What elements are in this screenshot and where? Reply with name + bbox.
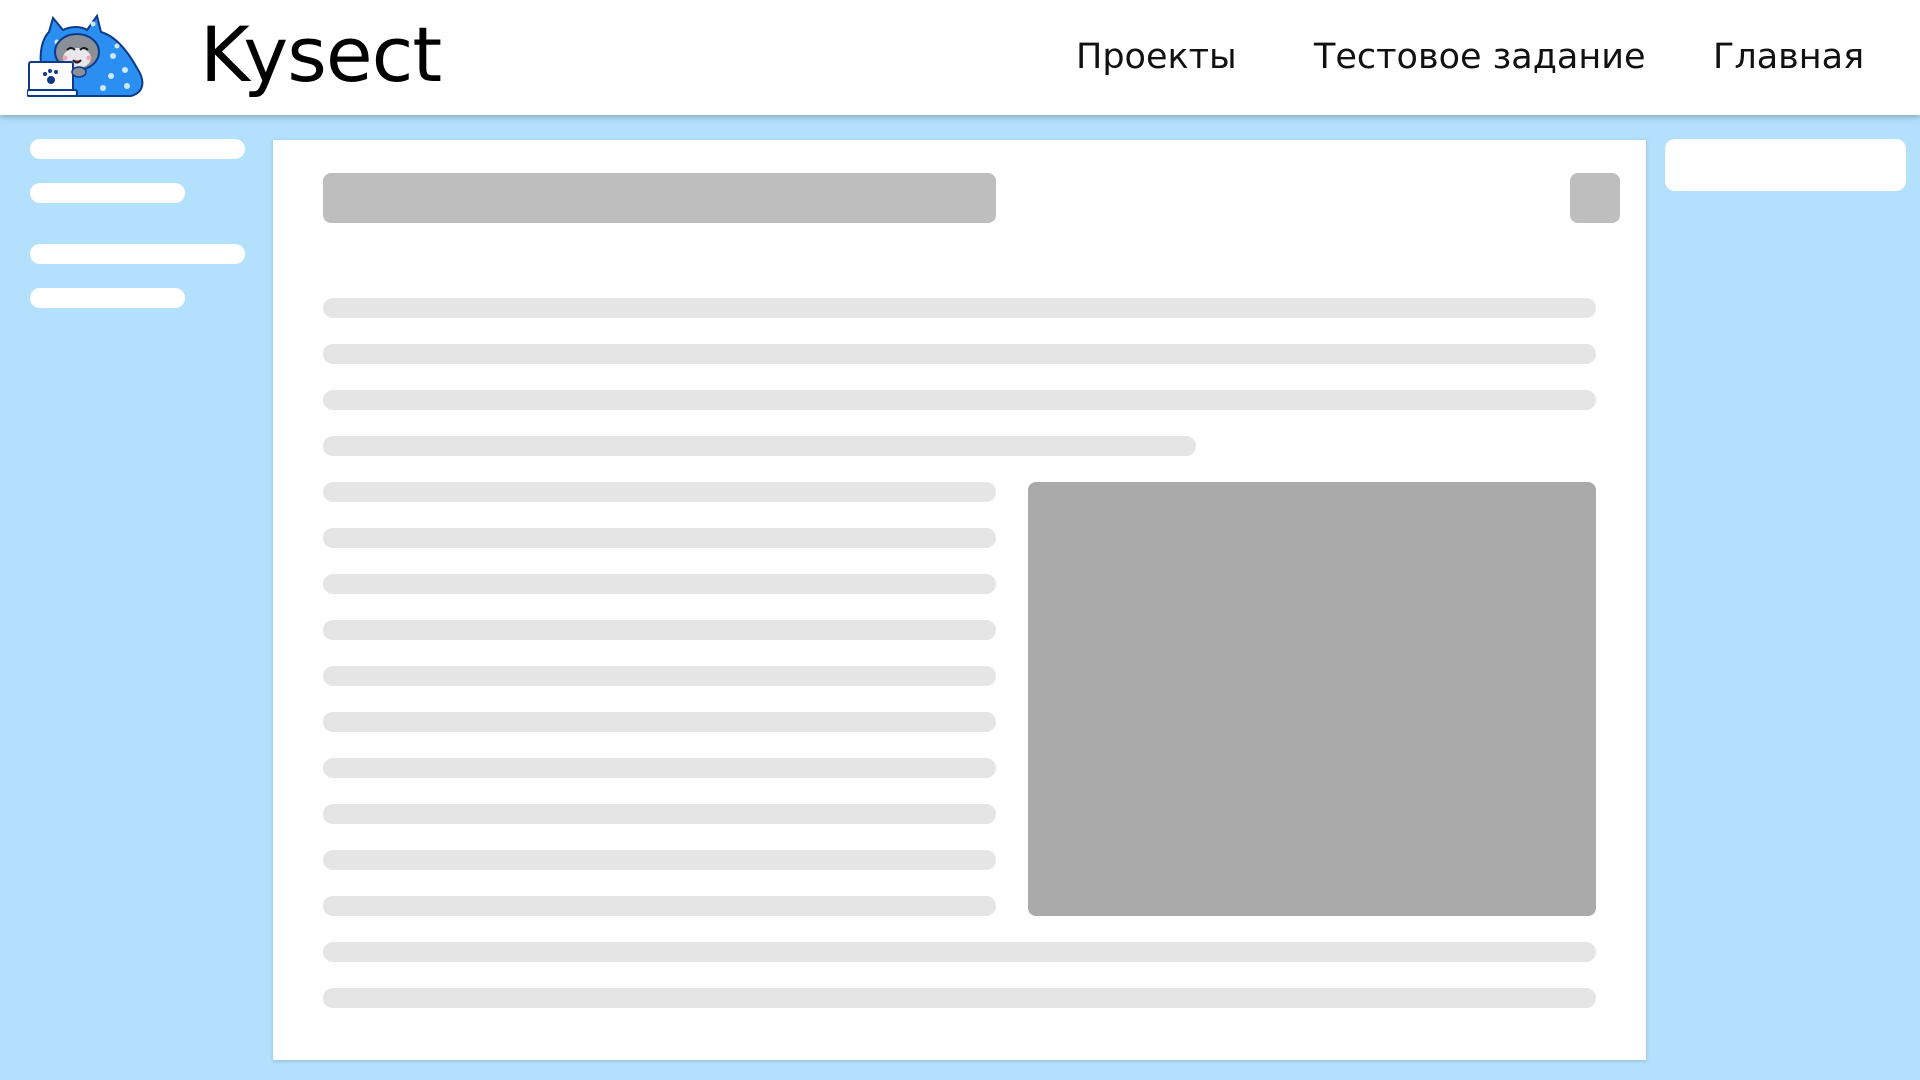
site-header: Kysect Проекты Тестовое задание Главная	[0, 0, 1920, 115]
text-line-skeleton	[323, 482, 996, 502]
text-line-skeleton	[323, 574, 996, 594]
action-button-skeleton	[1570, 173, 1620, 223]
text-line-skeleton	[323, 436, 1196, 456]
image-placeholder-skeleton	[1028, 482, 1596, 916]
brand-name[interactable]: Kysect	[200, 10, 442, 100]
text-line-skeleton	[323, 620, 996, 640]
text-line-skeleton	[323, 850, 996, 870]
text-line-skeleton	[323, 666, 996, 686]
title-skeleton	[323, 173, 996, 223]
text-line-skeleton	[323, 712, 996, 732]
nav-link-test-task[interactable]: Тестовое задание	[1314, 34, 1646, 80]
nav-link-home[interactable]: Главная	[1713, 34, 1864, 80]
text-line-skeleton	[323, 344, 1596, 364]
text-line-skeleton	[323, 758, 996, 778]
sidebar-skeleton-item	[30, 244, 245, 264]
sidebar-skeleton-item	[30, 288, 185, 308]
text-line-skeleton	[323, 298, 1596, 318]
text-line-skeleton	[323, 942, 1596, 962]
sidebar-skeleton-item	[30, 139, 245, 159]
right-panel-skeleton	[1665, 139, 1906, 191]
cat-mascot-with-laptop-icon[interactable]	[26, 10, 149, 100]
text-line-skeleton	[323, 896, 996, 916]
sidebar-skeleton-item	[30, 183, 185, 203]
text-line-skeleton	[323, 390, 1596, 410]
text-line-skeleton	[323, 528, 996, 548]
nav-link-projects[interactable]: Проекты	[1076, 34, 1237, 80]
content-card-skeleton	[273, 140, 1646, 1060]
text-line-skeleton	[323, 804, 996, 824]
text-line-skeleton	[323, 988, 1596, 1008]
